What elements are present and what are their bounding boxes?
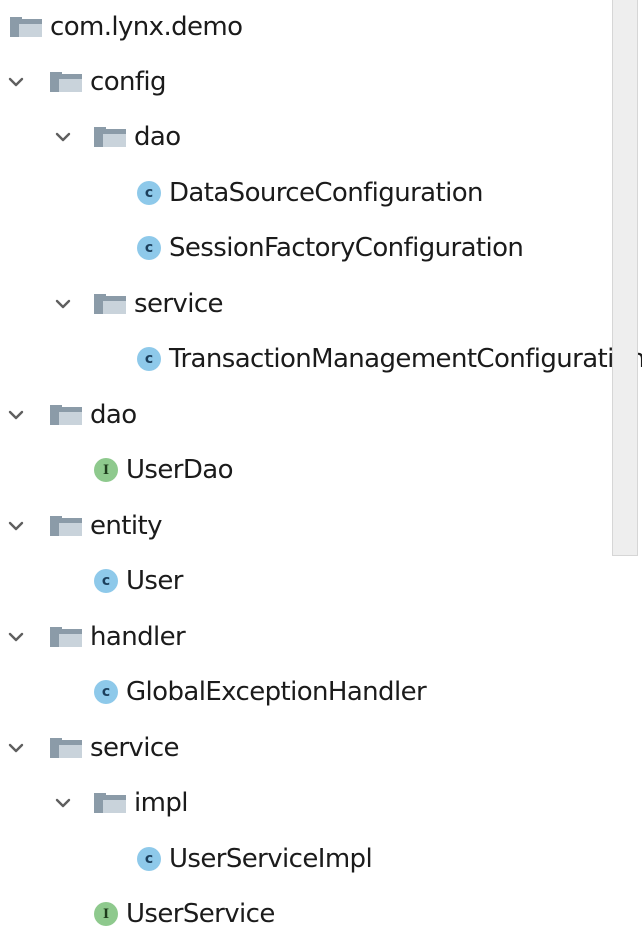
- tree-row-service[interactable]: service: [0, 284, 642, 324]
- tree-item-label: dao: [90, 400, 137, 430]
- package-folder-icon: [50, 738, 82, 758]
- tree-row-entity[interactable]: entity: [0, 506, 642, 546]
- package-folder-icon: [94, 127, 126, 147]
- tree-item-label: User: [126, 566, 183, 596]
- tree-item-label: UserDao: [126, 455, 234, 485]
- chevron-down-icon[interactable]: [1, 62, 31, 102]
- package-folder-icon: [50, 405, 82, 425]
- tree-item-label: DataSourceConfiguration: [169, 178, 484, 208]
- tree-row-sessionfactoryconfiguration[interactable]: c SessionFactoryConfiguration: [0, 228, 642, 268]
- tree-item-label: TransactionManagementConfiguration: [169, 344, 642, 374]
- tree-row-globalexceptionhandler[interactable]: c GlobalExceptionHandler: [0, 672, 642, 712]
- chevron-down-icon[interactable]: [1, 506, 31, 546]
- tree-item-label: GlobalExceptionHandler: [126, 677, 427, 707]
- tree-item-label: entity: [90, 511, 162, 541]
- tree-row-dao[interactable]: dao: [0, 117, 642, 157]
- package-folder-icon: [50, 516, 82, 536]
- tree-item-label: UserService: [126, 899, 275, 929]
- tree-row-userdao[interactable]: I UserDao: [0, 450, 642, 490]
- tree-item-label: service: [90, 733, 180, 763]
- tree-item-label: config: [90, 67, 167, 97]
- tree-row-impl[interactable]: impl: [0, 783, 642, 823]
- package-folder-icon: [50, 627, 82, 647]
- class-icon: c: [94, 680, 118, 704]
- chevron-down-icon[interactable]: [1, 617, 31, 657]
- interface-icon: I: [94, 458, 118, 482]
- tree-item-label: service: [134, 289, 224, 319]
- class-icon: c: [137, 181, 161, 205]
- vertical-scrollbar[interactable]: [612, 0, 638, 556]
- class-icon: c: [137, 236, 161, 260]
- package-folder-icon: [10, 17, 42, 37]
- class-icon: c: [137, 347, 161, 371]
- tree-item-label: dao: [134, 122, 181, 152]
- chevron-down-icon[interactable]: [48, 284, 78, 324]
- class-icon: c: [94, 569, 118, 593]
- tree-row-user[interactable]: c User: [0, 561, 642, 601]
- class-icon: c: [137, 847, 161, 871]
- chevron-down-icon[interactable]: [1, 728, 31, 768]
- tree-row-dao[interactable]: dao: [0, 395, 642, 435]
- tree-row-userserviceimpl[interactable]: c UserServiceImpl: [0, 839, 642, 879]
- chevron-down-icon[interactable]: [48, 117, 78, 157]
- interface-icon: I: [94, 902, 118, 926]
- chevron-down-icon[interactable]: [48, 783, 78, 823]
- tree-row-com.lynx.demo[interactable]: com.lynx.demo: [0, 7, 642, 47]
- chevron-down-icon[interactable]: [1, 395, 31, 435]
- tree-row-userservice[interactable]: I UserService: [0, 894, 642, 934]
- package-folder-icon: [50, 72, 82, 92]
- tree-row-handler[interactable]: handler: [0, 617, 642, 657]
- project-tree: com.lynx.demo config dao c DataSourceConfigu…: [0, 0, 642, 931]
- package-folder-icon: [94, 294, 126, 314]
- tree-item-label: com.lynx.demo: [50, 12, 243, 42]
- tree-row-config[interactable]: config: [0, 62, 642, 102]
- tree-row-service[interactable]: service: [0, 728, 642, 768]
- package-folder-icon: [94, 793, 126, 813]
- tree-row-transactionmanagementconfiguration[interactable]: c TransactionManagementConfiguration: [0, 339, 642, 379]
- tree-item-label: impl: [134, 788, 188, 818]
- tree-item-label: UserServiceImpl: [169, 844, 373, 874]
- tree-row-datasourceconfiguration[interactable]: c DataSourceConfiguration: [0, 173, 642, 213]
- tree-item-label: SessionFactoryConfiguration: [169, 233, 524, 263]
- tree-item-label: handler: [90, 622, 186, 652]
